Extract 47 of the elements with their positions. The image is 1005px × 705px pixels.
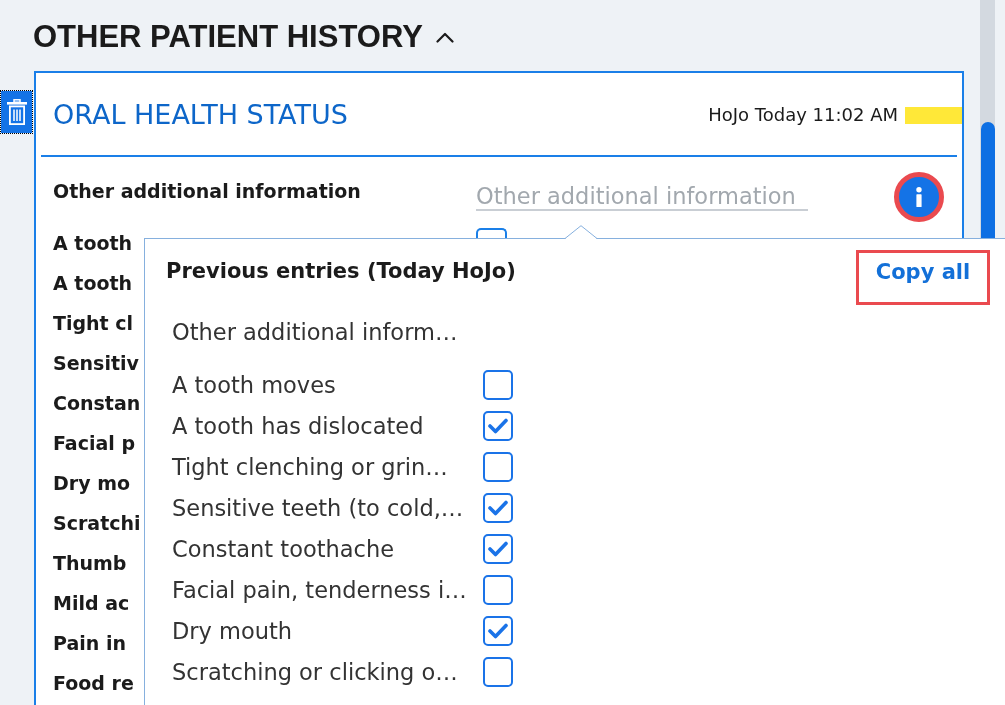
- card-title: ORAL HEALTH STATUS: [53, 98, 348, 132]
- entry-label: Dry mouth: [172, 616, 293, 646]
- field-label: Sensitiv: [53, 351, 139, 375]
- field-label: A tooth: [53, 231, 133, 255]
- checkbox[interactable]: [483, 369, 513, 400]
- field-label: Scratchi: [53, 511, 141, 535]
- entry-label: Tight clenching or grin…: [172, 452, 448, 482]
- checkbox[interactable]: [483, 451, 513, 482]
- popover-title: Previous entries (Today HoJo): [166, 258, 516, 285]
- delete-button[interactable]: [1, 91, 32, 133]
- marker-bar: [905, 106, 962, 124]
- copy-all-button[interactable]: Copy all: [856, 250, 990, 305]
- field-label: Constan: [53, 391, 141, 415]
- trash-icon: [6, 99, 27, 125]
- field-label: A tooth: [53, 271, 133, 295]
- checkbox[interactable]: [483, 615, 513, 646]
- text-input[interactable]: Other additional information: [476, 183, 808, 211]
- field-label: Tight cl: [53, 311, 134, 335]
- timestamp: HoJo Today 11:02 AM: [708, 104, 898, 126]
- entry-label: Facial pain, tenderness i…: [172, 575, 467, 605]
- entry-label: Scratching or clicking o…: [172, 657, 458, 687]
- chevron-up-icon[interactable]: [435, 31, 454, 43]
- checkmark-icon: [488, 540, 508, 557]
- field-label: Other additional information: [53, 179, 361, 203]
- field-label: Food re: [53, 671, 134, 695]
- checkbox[interactable]: [483, 656, 513, 687]
- field-label: Mild ac: [53, 591, 130, 615]
- checkbox[interactable]: [483, 574, 513, 605]
- checkmark-icon: [488, 622, 508, 639]
- checkbox[interactable]: [483, 492, 513, 523]
- entry-label: A tooth moves: [172, 370, 336, 400]
- entry-label: Sensitive teeth (to cold,…: [172, 493, 464, 523]
- section-title: OTHER PATIENT HISTORY: [33, 19, 423, 55]
- field-label: Thumb: [53, 551, 127, 575]
- entry-text: Other additional inform…: [172, 318, 458, 347]
- checkmark-icon: [488, 417, 508, 434]
- field-label: Facial p: [53, 431, 135, 455]
- checkbox[interactable]: [483, 410, 513, 441]
- entry-label: A tooth has dislocated: [172, 411, 424, 441]
- scrollbar-thumb[interactable]: [981, 122, 995, 238]
- checkbox[interactable]: [483, 533, 513, 564]
- field-label: Dry mo: [53, 471, 130, 495]
- field-label: Pain in: [53, 631, 126, 655]
- info-icon: [915, 187, 923, 207]
- info-button[interactable]: [894, 172, 944, 222]
- checkmark-icon: [488, 499, 508, 516]
- entry-label: Constant toothache: [172, 534, 394, 564]
